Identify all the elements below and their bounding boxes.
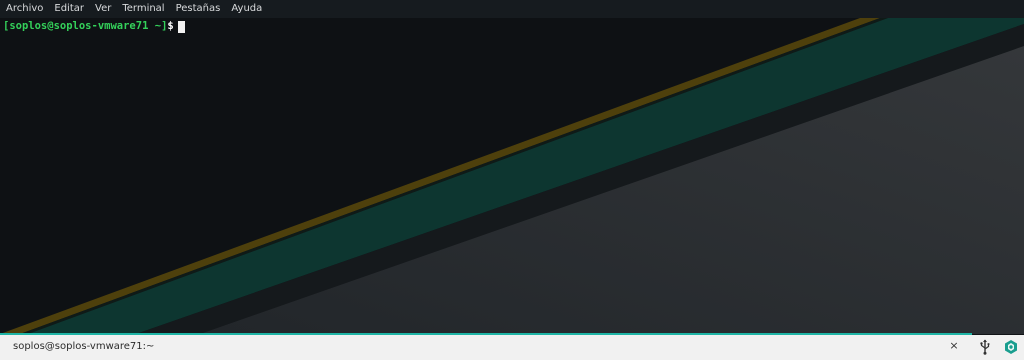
- update-notifier-icon[interactable]: [1003, 339, 1019, 355]
- menu-pestanas[interactable]: Pestañas: [176, 0, 221, 18]
- menu-archivo[interactable]: Archivo: [6, 0, 43, 18]
- terminal-prompt: [soplos@soplos-vmware71 ~] $: [3, 20, 185, 33]
- prompt-sign: $: [167, 20, 174, 32]
- taskbar-window-button[interactable]: soplos@soplos-vmware71:~: [13, 335, 154, 358]
- taskbar: soplos@soplos-vmware71:~ ×: [0, 335, 1024, 360]
- terminal-area[interactable]: [soplos@soplos-vmware71 ~] $: [0, 18, 1024, 334]
- prompt-user-host: soplos@soplos-vmware71: [9, 20, 149, 32]
- menu-terminal[interactable]: Terminal: [122, 0, 164, 18]
- terminal-wallpaper: [0, 18, 1024, 334]
- text-cursor: [177, 20, 185, 33]
- usb-icon[interactable]: [978, 339, 992, 355]
- menu-ayuda[interactable]: Ayuda: [231, 0, 262, 18]
- close-icon[interactable]: ×: [947, 339, 961, 353]
- menu-bar: Archivo Editar Ver Terminal Pestañas Ayu…: [0, 0, 1024, 18]
- menu-editar[interactable]: Editar: [54, 0, 84, 18]
- menu-ver[interactable]: Ver: [95, 0, 111, 18]
